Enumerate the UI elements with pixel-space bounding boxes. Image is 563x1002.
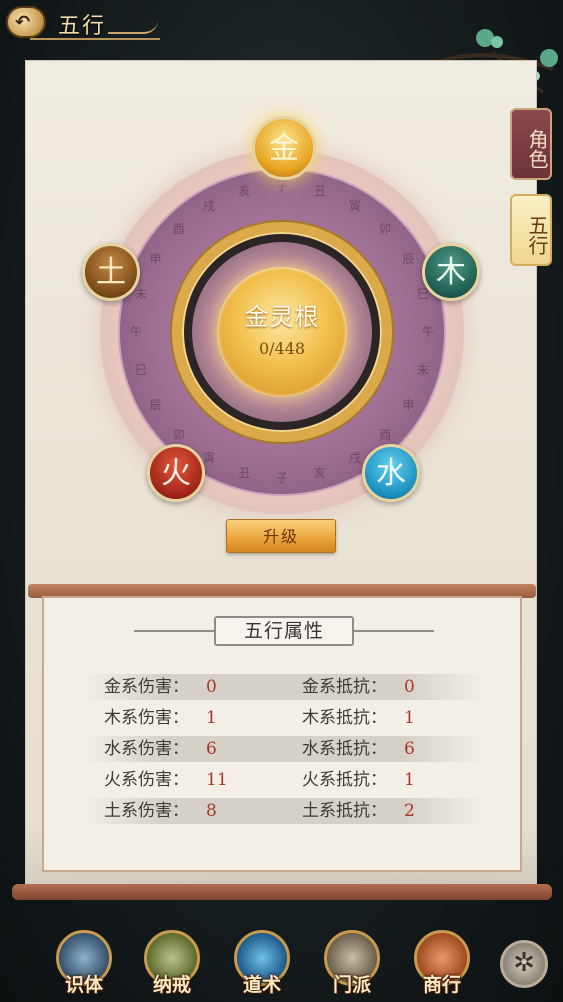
zodiac-glyph: 亥 bbox=[238, 183, 251, 198]
nav-label: 道术 bbox=[242, 974, 281, 996]
zodiac-glyph: 丑 bbox=[313, 183, 326, 198]
damage-value: 8 bbox=[206, 801, 217, 821]
title-underline bbox=[30, 38, 160, 40]
attributes-header: 五行属性 bbox=[44, 616, 524, 646]
back-button[interactable]: ↶ bbox=[6, 6, 46, 38]
title-line-right bbox=[354, 630, 434, 632]
resist-label: 金系抵抗： bbox=[302, 677, 387, 697]
resist-label: 火系抵抗： bbox=[302, 770, 387, 790]
nav-item-character[interactable]: 识体 bbox=[44, 928, 124, 1002]
spirit-root-title: 金灵根 bbox=[244, 303, 320, 331]
damage-value: 6 bbox=[206, 739, 217, 759]
zodiac-glyph: 酉 bbox=[379, 428, 392, 443]
zodiac-glyph: 子 bbox=[275, 471, 288, 485]
zodiac-glyph: 辰 bbox=[402, 252, 415, 266]
resist-value: 2 bbox=[404, 801, 415, 821]
attributes-panel: 五行属性 金系伤害： 0 金系抵抗： 0 木系伤害： 1 木系抵抗： 1 水系伤害： 6 水系抵抗：… bbox=[42, 596, 522, 872]
attribute-row: 水系伤害： 6 水系抵抗： 6 bbox=[84, 736, 484, 762]
zodiac-glyph: 未 bbox=[134, 287, 147, 302]
spirit-root-progress: 0/448 bbox=[258, 339, 306, 358]
zodiac-glyph: 卯 bbox=[172, 428, 185, 443]
zodiac-glyph: 丑 bbox=[238, 466, 251, 481]
nav-label: 纳戒 bbox=[152, 974, 191, 996]
resist-label: 木系抵抗： bbox=[302, 708, 387, 728]
damage-value: 1 bbox=[206, 708, 217, 728]
nav-item-spell[interactable]: 道术 bbox=[222, 928, 302, 1002]
zodiac-glyph: 巳 bbox=[134, 362, 147, 377]
zodiac-glyph: 亥 bbox=[313, 466, 326, 481]
pinwheel-icon[interactable]: ✲ bbox=[500, 940, 548, 988]
back-arrow-icon: ↶ bbox=[15, 12, 31, 33]
spirit-root-core[interactable]: 金灵根 0/448 bbox=[217, 267, 347, 397]
attribute-row: 金系伤害： 0 金系抵抗： 0 bbox=[84, 674, 484, 700]
element-fire-orb[interactable]: 火 bbox=[147, 444, 205, 502]
zodiac-glyph: 卯 bbox=[379, 221, 392, 236]
resist-value: 1 bbox=[404, 770, 415, 790]
attributes-title: 五行属性 bbox=[214, 616, 354, 646]
resist-value: 1 bbox=[404, 708, 415, 728]
zodiac-glyph: 酉 bbox=[172, 221, 185, 236]
resist-value: 0 bbox=[404, 677, 415, 697]
upgrade-button[interactable]: 升级 bbox=[226, 519, 336, 553]
attribute-row: 火系伤害： 11 火系抵抗： 1 bbox=[84, 767, 484, 793]
nav-label: 门派 bbox=[332, 974, 371, 996]
zodiac-glyph: 申 bbox=[402, 398, 415, 412]
damage-value: 0 bbox=[206, 677, 217, 697]
nav-item-sect[interactable]: 门派 bbox=[312, 928, 392, 1002]
element-wood-orb[interactable]: 木 bbox=[422, 243, 480, 301]
title-line-left bbox=[134, 630, 214, 632]
tab-wuxing[interactable]: 五行 bbox=[510, 194, 552, 266]
damage-label: 金系伤害： bbox=[104, 677, 189, 697]
resist-label: 水系抵抗： bbox=[302, 739, 387, 759]
damage-label: 水系伤害： bbox=[104, 739, 189, 759]
damage-label: 火系伤害： bbox=[104, 770, 189, 790]
page-title: 五行 bbox=[58, 14, 107, 39]
zodiac-glyph: 午 bbox=[421, 325, 434, 339]
zodiac-glyph: 午 bbox=[129, 325, 142, 339]
zodiac-glyph: 申 bbox=[149, 252, 162, 266]
nav-label: 商行 bbox=[422, 974, 461, 996]
resist-label: 土系抵抗： bbox=[302, 801, 387, 821]
damage-value: 11 bbox=[206, 770, 228, 790]
tab-role[interactable]: 角色 bbox=[510, 108, 552, 180]
element-water-orb[interactable]: 水 bbox=[362, 444, 420, 502]
element-earth-orb[interactable]: 土 bbox=[82, 243, 140, 301]
attribute-row: 木系伤害： 1 木系抵抗： 1 bbox=[84, 705, 484, 731]
element-metal-orb[interactable]: 金 bbox=[252, 116, 316, 180]
zodiac-glyph: 戌 bbox=[202, 198, 215, 213]
resist-value: 6 bbox=[404, 739, 415, 759]
zodiac-glyph: 戌 bbox=[348, 451, 361, 466]
zodiac-glyph: 辰 bbox=[149, 398, 162, 412]
zodiac-glyph: 寅 bbox=[348, 198, 361, 213]
title-ornament bbox=[108, 20, 158, 34]
zodiac-glyph: 未 bbox=[417, 362, 430, 377]
zodiac-glyph: 子 bbox=[275, 179, 288, 193]
nav-item-ring[interactable]: 纳戒 bbox=[132, 928, 212, 1002]
damage-label: 土系伤害： bbox=[104, 801, 189, 821]
damage-label: 木系伤害： bbox=[104, 708, 189, 728]
bottom-nav: 识体 纳戒 道术 门派 商行 bbox=[0, 920, 563, 1002]
scroll-rod-bottom bbox=[12, 884, 552, 900]
nav-item-shop[interactable]: 商行 bbox=[402, 928, 482, 1002]
nav-label: 识体 bbox=[64, 974, 103, 996]
attribute-row: 土系伤害： 8 土系抵抗： 2 bbox=[84, 798, 484, 824]
